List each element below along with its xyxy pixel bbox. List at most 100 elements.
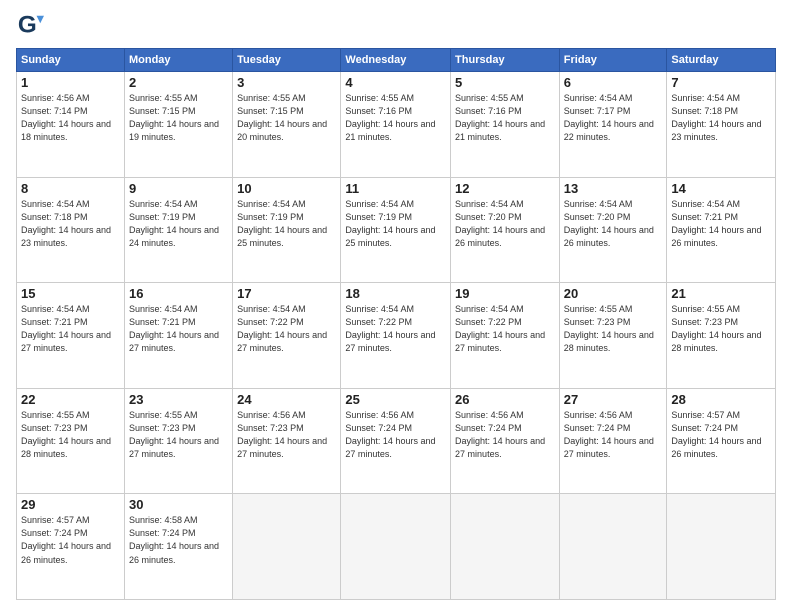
calendar-cell: 2 Sunrise: 4:55 AMSunset: 7:15 PMDaylight… [124, 72, 232, 178]
day-info: Sunrise: 4:55 AMSunset: 7:16 PMDaylight:… [455, 92, 555, 144]
day-info: Sunrise: 4:54 AMSunset: 7:22 PMDaylight:… [345, 303, 446, 355]
day-number: 13 [564, 181, 663, 196]
day-number: 16 [129, 286, 228, 301]
day-number: 23 [129, 392, 228, 407]
calendar-cell: 30 Sunrise: 4:58 AMSunset: 7:24 PMDayligh… [124, 494, 232, 600]
calendar-cell: 19 Sunrise: 4:54 AMSunset: 7:22 PMDayligh… [451, 283, 560, 389]
day-info: Sunrise: 4:54 AMSunset: 7:21 PMDaylight:… [21, 303, 120, 355]
calendar-cell [667, 494, 776, 600]
day-info: Sunrise: 4:54 AMSunset: 7:19 PMDaylight:… [345, 198, 446, 250]
day-info: Sunrise: 4:56 AMSunset: 7:24 PMDaylight:… [564, 409, 663, 461]
day-number: 29 [21, 497, 120, 512]
day-info: Sunrise: 4:55 AMSunset: 7:15 PMDaylight:… [237, 92, 336, 144]
day-number: 27 [564, 392, 663, 407]
calendar-cell: 17 Sunrise: 4:54 AMSunset: 7:22 PMDayligh… [233, 283, 341, 389]
day-number: 25 [345, 392, 446, 407]
day-number: 18 [345, 286, 446, 301]
calendar-cell: 21 Sunrise: 4:55 AMSunset: 7:23 PMDayligh… [667, 283, 776, 389]
day-info: Sunrise: 4:56 AMSunset: 7:24 PMDaylight:… [345, 409, 446, 461]
calendar-cell: 22Sunrise: 4:55 AMSunset: 7:23 PMDayligh… [17, 388, 125, 494]
day-info: Sunrise: 4:54 AMSunset: 7:17 PMDaylight:… [564, 92, 663, 144]
calendar-cell: 5 Sunrise: 4:55 AMSunset: 7:16 PMDaylight… [451, 72, 560, 178]
calendar-cell: 26Sunrise: 4:56 AMSunset: 7:24 PMDayligh… [451, 388, 560, 494]
day-number: 28 [671, 392, 771, 407]
calendar-cell: 1Sunrise: 4:56 AMSunset: 7:14 PMDaylight… [17, 72, 125, 178]
calendar-week-3: 15 Sunrise: 4:54 AMSunset: 7:21 PMDayligh… [17, 283, 776, 389]
day-info: Sunrise: 4:58 AMSunset: 7:24 PMDaylight:… [129, 514, 228, 566]
day-number: 2 [129, 75, 228, 90]
svg-text:G: G [18, 12, 37, 39]
calendar-cell: 28 Sunrise: 4:57 AMSunset: 7:24 PMDayligh… [667, 388, 776, 494]
day-info: Sunrise: 4:57 AMSunset: 7:24 PMDaylight:… [671, 409, 771, 461]
day-number: 17 [237, 286, 336, 301]
day-number: 21 [671, 286, 771, 301]
calendar-cell [233, 494, 341, 600]
calendar-cell: 25 Sunrise: 4:56 AMSunset: 7:24 PMDayligh… [341, 388, 451, 494]
day-number: 6 [564, 75, 663, 90]
calendar-cell: 27 Sunrise: 4:56 AMSunset: 7:24 PMDayligh… [559, 388, 667, 494]
calendar-cell: 11 Sunrise: 4:54 AMSunset: 7:19 PMDayligh… [341, 177, 451, 283]
calendar-week-1: 1Sunrise: 4:56 AMSunset: 7:14 PMDaylight… [17, 72, 776, 178]
day-number: 4 [345, 75, 446, 90]
day-number: 7 [671, 75, 771, 90]
day-number: 5 [455, 75, 555, 90]
day-info: Sunrise: 4:54 AMSunset: 7:21 PMDaylight:… [671, 198, 771, 250]
calendar-cell [341, 494, 451, 600]
day-info: Sunrise: 4:55 AMSunset: 7:23 PMDaylight:… [129, 409, 228, 461]
calendar-header-row: SundayMondayTuesdayWednesdayThursdayFrid… [17, 49, 776, 72]
calendar-header-thursday: Thursday [451, 49, 560, 72]
day-info: Sunrise: 4:54 AMSunset: 7:20 PMDaylight:… [455, 198, 555, 250]
calendar-cell: 23 Sunrise: 4:55 AMSunset: 7:23 PMDayligh… [124, 388, 232, 494]
calendar-cell: 8 Sunrise: 4:54 AMSunset: 7:18 PMDaylight… [17, 177, 125, 283]
day-number: 20 [564, 286, 663, 301]
day-info: Sunrise: 4:55 AMSunset: 7:23 PMDaylight:… [564, 303, 663, 355]
day-number: 12 [455, 181, 555, 196]
day-info: Sunrise: 4:57 AMSunset: 7:24 PMDaylight:… [21, 514, 120, 566]
calendar-cell: 14Sunrise: 4:54 AMSunset: 7:21 PMDayligh… [667, 177, 776, 283]
calendar-cell: 3Sunrise: 4:55 AMSunset: 7:15 PMDaylight… [233, 72, 341, 178]
logo: G [16, 12, 48, 40]
calendar-week-4: 22 Sunrise: 4:55 AMSunset: 7:23 PMDayligh… [17, 388, 776, 494]
day-number: 9 [129, 181, 228, 196]
day-info: Sunrise: 4:54 AMSunset: 7:18 PMDaylight:… [671, 92, 771, 144]
calendar-cell: 18 Sunrise: 4:54 AMSunset: 7:22 PMDayligh… [341, 283, 451, 389]
day-info: Sunrise: 4:56 AMSunset: 7:23 PMDaylight:… [237, 409, 336, 461]
day-number: 11 [345, 181, 446, 196]
calendar-cell: 15 Sunrise: 4:54 AMSunset: 7:21 PMDayligh… [17, 283, 125, 389]
day-number: 19 [455, 286, 555, 301]
calendar-week-5: 29 Sunrise: 4:57 AMSunset: 7:24 PMDayligh… [17, 494, 776, 600]
calendar-cell: 4 Sunrise: 4:55 AMSunset: 7:16 PMDaylight… [341, 72, 451, 178]
page-header: G [16, 12, 776, 40]
calendar-header-saturday: Saturday [667, 49, 776, 72]
calendar-cell: 6 Sunrise: 4:54 AMSunset: 7:17 PMDaylight… [559, 72, 667, 178]
day-number: 8 [21, 181, 120, 196]
day-number: 24 [237, 392, 336, 407]
day-number: 15 [21, 286, 120, 301]
calendar-cell: 9 Sunrise: 4:54 AMSunset: 7:19 PMDaylight… [124, 177, 232, 283]
calendar-header-sunday: Sunday [17, 49, 125, 72]
calendar-header-monday: Monday [124, 49, 232, 72]
calendar-cell: 13 Sunrise: 4:54 AMSunset: 7:20 PMDayligh… [559, 177, 667, 283]
day-number: 26 [455, 392, 555, 407]
day-info: Sunrise: 4:55 AMSunset: 7:16 PMDaylight:… [345, 92, 446, 144]
logo-icon: G [16, 12, 44, 40]
day-number: 22 [21, 392, 120, 407]
calendar-body: 1Sunrise: 4:56 AMSunset: 7:14 PMDaylight… [17, 72, 776, 600]
day-info: Sunrise: 4:54 AMSunset: 7:20 PMDaylight:… [564, 198, 663, 250]
day-info: Sunrise: 4:54 AMSunset: 7:18 PMDaylight:… [21, 198, 120, 250]
calendar-cell: 10Sunrise: 4:54 AMSunset: 7:19 PMDayligh… [233, 177, 341, 283]
day-info: Sunrise: 4:54 AMSunset: 7:19 PMDaylight:… [129, 198, 228, 250]
calendar-cell [559, 494, 667, 600]
day-info: Sunrise: 4:54 AMSunset: 7:22 PMDaylight:… [237, 303, 336, 355]
day-info: Sunrise: 4:55 AMSunset: 7:15 PMDaylight:… [129, 92, 228, 144]
calendar-cell: 20 Sunrise: 4:55 AMSunset: 7:23 PMDayligh… [559, 283, 667, 389]
day-info: Sunrise: 4:54 AMSunset: 7:22 PMDaylight:… [455, 303, 555, 355]
calendar-header-wednesday: Wednesday [341, 49, 451, 72]
day-number: 30 [129, 497, 228, 512]
calendar: SundayMondayTuesdayWednesdayThursdayFrid… [16, 48, 776, 600]
calendar-header-friday: Friday [559, 49, 667, 72]
day-number: 1 [21, 75, 120, 90]
calendar-header-tuesday: Tuesday [233, 49, 341, 72]
day-info: Sunrise: 4:54 AMSunset: 7:19 PMDaylight:… [237, 198, 336, 250]
day-info: Sunrise: 4:55 AMSunset: 7:23 PMDaylight:… [671, 303, 771, 355]
